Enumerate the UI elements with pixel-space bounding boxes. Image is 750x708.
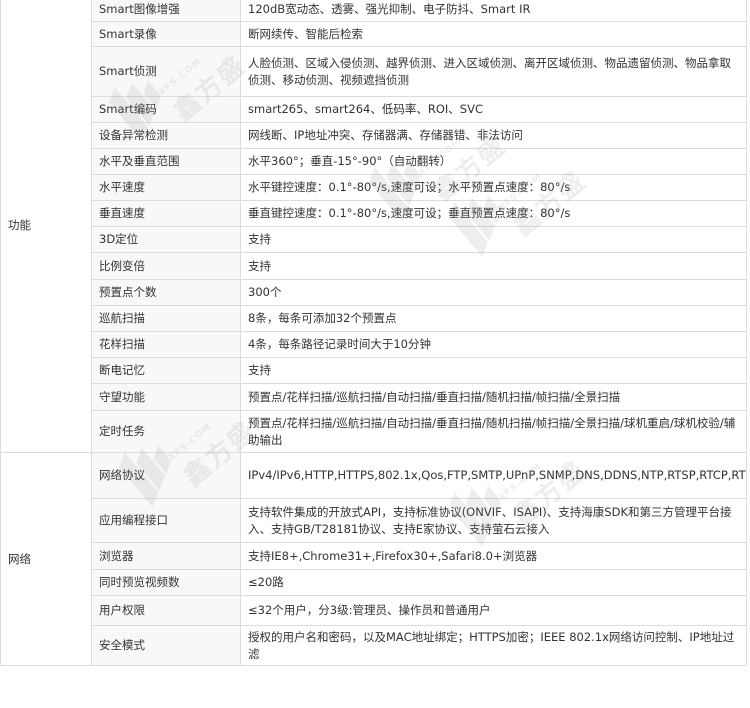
table-row: 网络 网络协议 IPv4/IPv6,HTTP,HTTPS,802.1x,Qos,FT… [0, 452, 747, 666]
spec-value: 授权的用户名和密码，以及MAC地址绑定；HTTPS加密；IEEE 802.1x网… [240, 625, 747, 666]
spec-value: 水平360°；垂直-15°-90°（自动翻转） [240, 148, 747, 175]
category-cell: 网络 [0, 452, 92, 666]
table-row: Smart录像 断网续传、智能后检索 [1, 21, 747, 47]
spec-label: Smart侦测 [91, 46, 241, 97]
table-row: 定时任务 预置点/花样扫描/巡航扫描/自动扫描/垂直扫描/随机扫描/帧扫描/全景扫… [1, 410, 747, 453]
table-row: 用户权限 ≤32个用户，分3级:管理员、操作员和普通用户 [1, 595, 747, 626]
table-row: 应用编程接口 支持软件集成的开放式API，支持标准协议(ONVIF、ISAPI)、… [1, 498, 747, 543]
table-row: 安全模式 授权的用户名和密码，以及MAC地址绑定；HTTPS加密；IEEE 802… [1, 625, 747, 666]
spec-label: 守望功能 [91, 383, 241, 411]
spec-label: 巡航扫描 [91, 305, 241, 332]
table-row: 3D定位 支持 [1, 226, 747, 253]
spec-label: 垂直速度 [91, 200, 241, 227]
table-row: 巡航扫描 8条，每条可添加32个预置点 [1, 305, 747, 332]
table-row: 水平速度 水平键控速度：0.1°-80°/s,速度可设；水平预置点速度：80°/s [1, 174, 747, 201]
spec-value: ≤20路 [240, 569, 747, 596]
spec-label: 比例变倍 [91, 252, 241, 280]
spec-value: 预置点/花样扫描/巡航扫描/自动扫描/垂直扫描/随机扫描/帧扫描/全景扫描/球机… [240, 410, 747, 453]
spec-value: 支持 [240, 357, 747, 384]
table-row: 同时预览视频数 ≤20路 [1, 569, 747, 596]
spec-label: 网络协议 [91, 452, 241, 499]
table-row: 预置点个数 300个 [1, 279, 747, 306]
table-row: 守望功能 预置点/花样扫描/巡航扫描/自动扫描/垂直扫描/随机扫描/帧扫描/全景扫… [1, 383, 747, 411]
spec-label: 断电记忆 [91, 357, 241, 384]
spec-value: 人脸侦测、区域入侵侦测、越界侦测、进入区域侦测、离开区域侦测、物品遗留侦测、物品… [240, 46, 747, 97]
spec-label: 同时预览视频数 [91, 569, 241, 596]
category-cell: 功能 [0, 0, 92, 453]
spec-label: 花样扫描 [91, 331, 241, 358]
spec-value: 300个 [240, 279, 747, 306]
spec-value: 水平键控速度：0.1°-80°/s,速度可设；水平预置点速度：80°/s [240, 174, 747, 201]
spec-label: 水平及垂直范围 [91, 148, 241, 175]
spec-label: 用户权限 [91, 595, 241, 626]
spec-value: 支持IE8+,Chrome31+,Firefox30+,Safari8.0+浏览… [240, 542, 747, 570]
spec-value: 120dB宽动态、透雾、强光抑制、电子防抖、Smart IR [240, 0, 747, 22]
spec-value: 支持 [240, 226, 747, 253]
spec-value: 预置点/花样扫描/巡航扫描/自动扫描/垂直扫描/随机扫描/帧扫描/全景扫描 [240, 383, 747, 411]
spec-table-body: 功能 Smart图像增强 120dB宽动态、透雾、强光抑制、电子防抖、Smart I… [0, 0, 747, 666]
spec-label: 应用编程接口 [91, 498, 241, 543]
spec-label: 3D定位 [91, 226, 241, 253]
spec-label: 定时任务 [91, 410, 241, 453]
spec-value: 4条，每条路径记录时间大于10分钟 [240, 331, 747, 358]
spec-table: 功能 Smart图像增强 120dB宽动态、透雾、强光抑制、电子防抖、Smart I… [0, 0, 747, 666]
spec-label: 水平速度 [91, 174, 241, 201]
table-row: Smart侦测 人脸侦测、区域入侵侦测、越界侦测、进入区域侦测、离开区域侦测、物品… [1, 46, 747, 97]
table-row: 断电记忆 支持 [1, 357, 747, 384]
spec-value: smart265、smart264、低码率、ROI、SVC [240, 96, 747, 123]
spec-value: 断网续传、智能后检索 [240, 21, 747, 47]
spec-label: Smart编码 [91, 96, 241, 123]
table-row: 花样扫描 4条，每条路径记录时间大于10分钟 [1, 331, 747, 358]
spec-value: 垂直键控速度：0.1°-80°/s,速度可设；垂直预置点速度：80°/s [240, 200, 747, 227]
spec-value: 支持 [240, 252, 747, 280]
spec-label: 安全模式 [91, 625, 241, 666]
table-row: 垂直速度 垂直键控速度：0.1°-80°/s,速度可设；垂直预置点速度：80°/s [1, 200, 747, 227]
table-row: Smart编码 smart265、smart264、低码率、ROI、SVC [1, 96, 747, 123]
spec-value: IPv4/IPv6,HTTP,HTTPS,802.1x,Qos,FTP,SMTP… [240, 452, 747, 499]
table-row: 比例变倍 支持 [1, 252, 747, 280]
spec-label: 浏览器 [91, 542, 241, 570]
spec-value: ≤32个用户，分3级:管理员、操作员和普通用户 [240, 595, 747, 626]
table-row: 功能 Smart图像增强 120dB宽动态、透雾、强光抑制、电子防抖、Smart I… [0, 0, 747, 453]
table-row: 水平及垂直范围 水平360°；垂直-15°-90°（自动翻转） [1, 148, 747, 175]
spec-label: 设备异常检测 [91, 122, 241, 149]
spec-value: 网线断、IP地址冲突、存储器满、存储器错、非法访问 [240, 122, 747, 149]
spec-label: 预置点个数 [91, 279, 241, 306]
spec-label: Smart录像 [91, 21, 241, 47]
spec-value: 支持软件集成的开放式API，支持标准协议(ONVIF、ISAPI)、支持海康SD… [240, 498, 747, 543]
spec-label: Smart图像增强 [91, 0, 241, 22]
spec-value: 8条，每条可添加32个预置点 [240, 305, 747, 332]
table-row: 设备异常检测 网线断、IP地址冲突、存储器满、存储器错、非法访问 [1, 122, 747, 149]
table-row: 浏览器 支持IE8+,Chrome31+,Firefox30+,Safari8.0… [1, 542, 747, 570]
